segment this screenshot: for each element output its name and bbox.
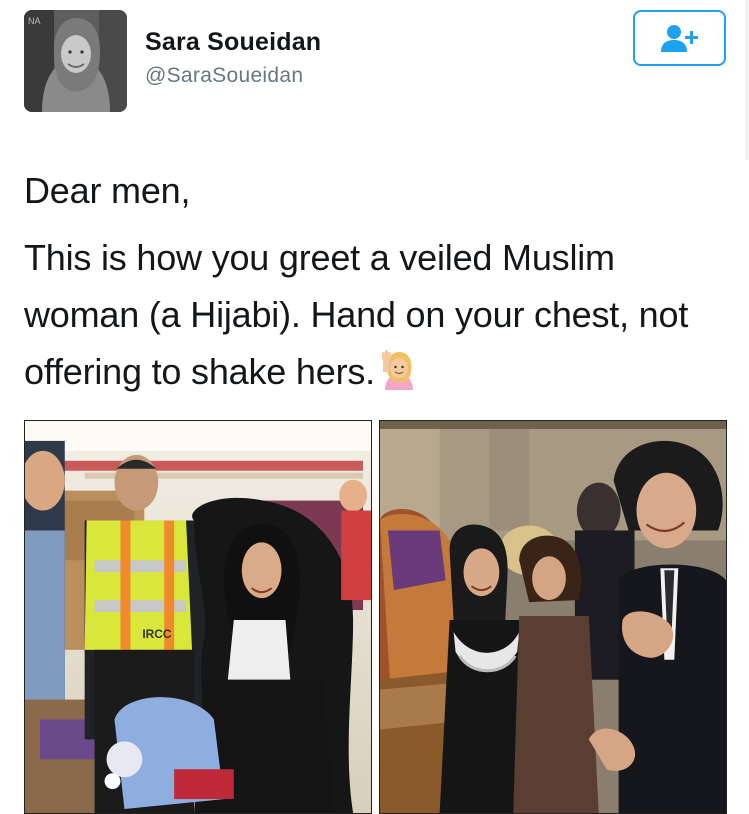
photo-hand-on-chest-greeting-image (380, 421, 726, 813)
svg-text:NA: NA (28, 16, 41, 26)
user-avatar-photo: NA (24, 10, 127, 112)
avatar[interactable]: NA (24, 10, 127, 112)
photo-hand-on-chest-greeting[interactable] (379, 420, 727, 814)
tweet-text-body-content: This is how you greet a veiled Muslim wo… (24, 237, 689, 392)
photo-badge-text: IRCC (142, 627, 172, 641)
scrollbar[interactable] (745, 0, 749, 160)
tweet-text: Dear men, This is how you greet a veiled… (24, 162, 724, 400)
raising-hand-emoji (381, 350, 413, 390)
tweet-text-greeting: Dear men, (24, 170, 191, 211)
tweet-text-body: This is how you greet a veiled Muslim wo… (24, 229, 724, 400)
photo-refugee-welcome-image: IRCC (25, 421, 371, 813)
author-handle[interactable]: @SaraSoueidan (145, 64, 303, 88)
author-name[interactable]: Sara Soueidan (145, 28, 321, 57)
tweet-header: NA Sara Soueidan @SaraSoueidan (24, 10, 726, 112)
follow-button[interactable] (633, 10, 726, 66)
add-user-icon (660, 25, 698, 52)
photo-refugee-welcome[interactable]: IRCC (24, 420, 372, 814)
